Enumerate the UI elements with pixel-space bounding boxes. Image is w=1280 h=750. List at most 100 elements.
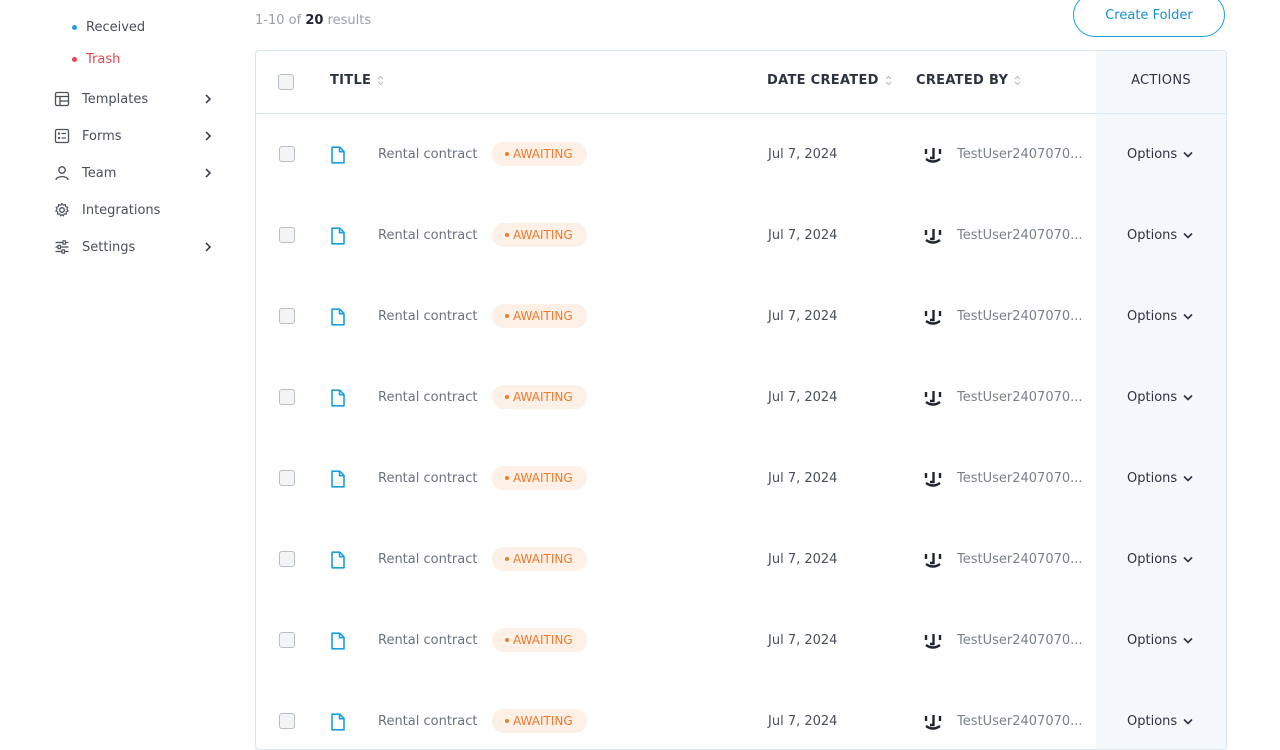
document-title[interactable]: Rental contract	[378, 276, 478, 357]
status-label: AWAITING	[513, 714, 573, 728]
status-dot-icon	[505, 233, 509, 237]
created-by-name: TestUser2407070...	[957, 147, 1083, 162]
sidebar-item-integrations[interactable]: Integrations	[52, 198, 214, 222]
options-dropdown[interactable]: Options	[1127, 600, 1193, 681]
sidebar-item-forms[interactable]: Forms	[52, 124, 214, 148]
document-title[interactable]: Rental contract	[378, 114, 478, 195]
document-title[interactable]: Rental contract	[378, 600, 478, 681]
sidebar-item-settings[interactable]: Settings	[52, 235, 214, 259]
created-by-name: TestUser2407070...	[957, 228, 1083, 243]
create-folder-button[interactable]: Create Folder	[1073, 0, 1225, 37]
sidebar-subitem-trash[interactable]: Trash	[72, 49, 120, 69]
avatar-face-icon	[922, 681, 944, 749]
user-icon	[52, 163, 72, 183]
sort-icon	[377, 75, 384, 86]
date-created: Jul 7, 2024	[768, 309, 838, 324]
status-badge: AWAITING	[492, 709, 587, 733]
row-checkbox[interactable]	[279, 470, 295, 486]
row-checkbox[interactable]	[279, 713, 295, 729]
sidebar-item-team[interactable]: Team	[52, 161, 214, 185]
options-label: Options	[1127, 228, 1178, 243]
avatar-face-icon	[922, 276, 944, 357]
options-label: Options	[1127, 147, 1178, 162]
created-by-name: TestUser2407070...	[957, 309, 1083, 324]
table-row[interactable]: Rental contract AWAITING Jul 7, 2024 Tes…	[256, 195, 1226, 276]
options-dropdown[interactable]: Options	[1127, 357, 1193, 438]
results-suffix: results	[327, 13, 372, 28]
status-label: AWAITING	[513, 552, 573, 566]
avatar-face-icon	[922, 114, 944, 195]
status-badge: AWAITING	[492, 466, 587, 490]
chevron-right-icon	[202, 241, 214, 253]
options-dropdown[interactable]: Options	[1127, 438, 1193, 519]
document-title[interactable]: Rental contract	[378, 681, 478, 749]
sidebar-subitem-received[interactable]: Received	[72, 17, 145, 37]
document-title[interactable]: Rental contract	[378, 357, 478, 438]
status-dot-icon	[505, 152, 509, 156]
document-icon	[330, 357, 350, 438]
document-icon	[330, 519, 350, 600]
table-row[interactable]: Rental contract AWAITING Jul 7, 2024 Tes…	[256, 681, 1226, 749]
results-prefix: 1-10 of	[255, 13, 302, 28]
sort-icon	[1014, 75, 1021, 86]
row-checkbox[interactable]	[279, 551, 295, 567]
options-label: Options	[1127, 390, 1178, 405]
trash-dot-icon	[72, 56, 77, 62]
column-header-created-by[interactable]: CREATED BY	[916, 73, 1021, 88]
status-dot-icon	[505, 557, 509, 561]
row-checkbox[interactable]	[279, 227, 295, 243]
sidebar-item-label: Forms	[82, 128, 122, 144]
results-total: 20	[305, 13, 324, 28]
documents-table: TITLE DATE CREATED CREATED BY ACTIONS Re…	[255, 50, 1227, 750]
template-icon	[52, 89, 72, 109]
sidebar-item-label: Team	[82, 165, 117, 181]
table-row[interactable]: Rental contract AWAITING Jul 7, 2024 Tes…	[256, 519, 1226, 600]
table-row[interactable]: Rental contract AWAITING Jul 7, 2024 Tes…	[256, 357, 1226, 438]
chevron-down-icon	[1183, 475, 1193, 482]
status-dot-icon	[505, 638, 509, 642]
table-row[interactable]: Rental contract AWAITING Jul 7, 2024 Tes…	[256, 438, 1226, 519]
select-all-checkbox[interactable]	[278, 74, 294, 90]
document-title[interactable]: Rental contract	[378, 519, 478, 600]
created-by-name: TestUser2407070...	[957, 471, 1083, 486]
document-title[interactable]: Rental contract	[378, 195, 478, 276]
options-dropdown[interactable]: Options	[1127, 195, 1193, 276]
date-created: Jul 7, 2024	[768, 714, 838, 729]
row-checkbox[interactable]	[279, 632, 295, 648]
options-dropdown[interactable]: Options	[1127, 681, 1193, 749]
sort-icon	[885, 75, 892, 86]
row-checkbox[interactable]	[279, 146, 295, 162]
options-dropdown[interactable]: Options	[1127, 114, 1193, 195]
received-dot-icon	[72, 24, 77, 30]
options-dropdown[interactable]: Options	[1127, 276, 1193, 357]
sidebar-item-templates[interactable]: Templates	[52, 87, 214, 111]
document-icon	[330, 114, 350, 195]
column-header-date-created[interactable]: DATE CREATED	[767, 73, 892, 88]
status-dot-icon	[505, 476, 509, 480]
status-label: AWAITING	[513, 309, 573, 323]
table-row[interactable]: Rental contract AWAITING Jul 7, 2024 Tes…	[256, 114, 1226, 195]
table-row[interactable]: Rental contract AWAITING Jul 7, 2024 Tes…	[256, 600, 1226, 681]
date-created: Jul 7, 2024	[768, 390, 838, 405]
date-created: Jul 7, 2024	[768, 228, 838, 243]
document-title[interactable]: Rental contract	[378, 438, 478, 519]
created-by-name: TestUser2407070...	[957, 390, 1083, 405]
row-checkbox[interactable]	[279, 389, 295, 405]
avatar-face-icon	[922, 519, 944, 600]
status-dot-icon	[505, 395, 509, 399]
gear-icon	[52, 200, 72, 220]
table-row[interactable]: Rental contract AWAITING Jul 7, 2024 Tes…	[256, 276, 1226, 357]
row-checkbox[interactable]	[279, 308, 295, 324]
document-icon	[330, 438, 350, 519]
chevron-down-icon	[1183, 556, 1193, 563]
options-dropdown[interactable]: Options	[1127, 519, 1193, 600]
status-badge: AWAITING	[492, 304, 587, 328]
options-label: Options	[1127, 552, 1178, 567]
date-created: Jul 7, 2024	[768, 633, 838, 648]
options-label: Options	[1127, 309, 1178, 324]
chevron-down-icon	[1183, 394, 1193, 401]
chevron-right-icon	[202, 130, 214, 142]
sidebar-item-label: Integrations	[82, 202, 161, 218]
sidebar-item-label: Settings	[82, 239, 136, 255]
column-header-title[interactable]: TITLE	[330, 73, 384, 88]
